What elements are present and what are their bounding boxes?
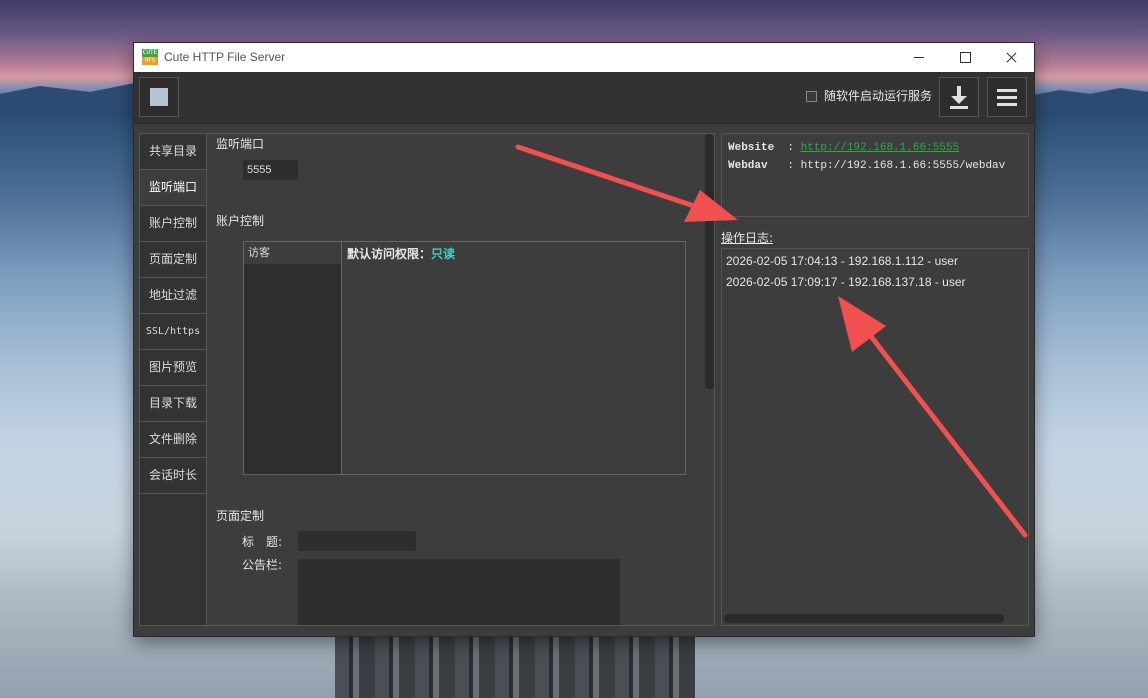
close-button[interactable] [988,43,1034,72]
website-label: Website [728,142,775,154]
maximize-button[interactable] [942,43,988,72]
website-row: Website : http://192.168.1.66:5555 [728,142,960,154]
app-logo-icon: CUTE HFS [142,49,158,65]
log-line: 2026-02-05 17:09:17 - 192.168.137.18 - u… [726,275,966,289]
permission-value[interactable]: 只读 [431,247,455,261]
hamburger-menu-icon [997,89,1017,106]
server-address-box: Website : http://192.168.1.66:5555 Webda… [721,133,1029,217]
autostart-checkbox[interactable] [806,91,817,102]
vertical-scrollbar[interactable] [705,134,714,389]
webdav-row: Webdav : http://192.168.1.66:5555/webdav [728,160,1006,172]
port-section-title: 监听端口 [216,137,265,151]
title-label: 标 题: [242,535,283,549]
account-list[interactable]: 访客 [244,242,342,474]
account-section-title: 账户控制 [216,214,265,228]
app-window: CUTE HFS Cute HTTP File Server 随软件启动运行服务 [134,43,1034,636]
download-icon [950,86,968,109]
nav-item-account-control[interactable]: 账户控制 [140,206,206,242]
title-input[interactable] [298,531,416,551]
stop-server-button[interactable] [139,77,179,117]
autostart-label[interactable]: 随软件启动运行服务 [824,87,932,105]
menu-button[interactable] [987,77,1027,117]
nav-item-listen-port[interactable]: 监听端口 [140,170,206,206]
settings-nav: 共享目录 监听端口 账户控制 页面定制 地址过滤 SSL/https 图片预览 … [139,133,207,626]
nav-item-session-length[interactable]: 会话时长 [140,458,206,494]
minimize-button[interactable] [896,43,942,72]
webdav-url: http://192.168.1.66:5555/webdav [800,160,1006,172]
nav-item-dir-download[interactable]: 目录下载 [140,386,206,422]
horizontal-scrollbar[interactable] [724,614,1004,623]
website-link[interactable]: http://192.168.1.66:5555 [801,142,959,154]
webdav-label: Webdav [728,160,768,172]
nav-item-page-custom[interactable]: 页面定制 [140,242,206,278]
notice-textarea[interactable] [298,559,620,625]
permission-label: 默认访问权限： [347,247,432,261]
app-logo-text-bottom: HFS [144,57,156,64]
download-button[interactable] [939,77,979,117]
nav-item-ssl[interactable]: SSL/https [140,314,206,350]
app-logo-text-top: CUTE [142,49,158,56]
title-bar: CUTE HFS Cute HTTP File Server [134,43,1034,72]
log-title: 操作日志: [721,231,774,245]
background-dock [335,636,695,698]
nav-item-shared-dir[interactable]: 共享目录 [140,134,206,170]
toolbar: 随软件启动运行服务 [134,72,1034,124]
nav-item-file-delete[interactable]: 文件删除 [140,422,206,458]
stop-square-icon [150,88,168,106]
nav-item-image-preview[interactable]: 图片预览 [140,350,206,386]
nav-item-address-filter[interactable]: 地址过滤 [140,278,206,314]
port-input[interactable]: 5555 [243,160,298,180]
window-title: Cute HTTP File Server [164,50,286,64]
settings-panel: 监听端口 5555 账户控制 访客 默认访问权限：只读 页面定制 标 题: 公告… [207,133,715,626]
notice-label: 公告栏: [242,558,283,572]
log-line: 2026-02-05 17:04:13 - 192.168.1.112 - us… [726,254,958,268]
account-item-guest[interactable]: 访客 [244,242,341,264]
operation-log[interactable]: 2026-02-05 17:04:13 - 192.168.1.112 - us… [721,248,1029,626]
default-permission: 默认访问权限：只读 [347,246,455,262]
account-box: 访客 默认访问权限：只读 [243,241,686,475]
page-section-title: 页面定制 [216,509,265,523]
